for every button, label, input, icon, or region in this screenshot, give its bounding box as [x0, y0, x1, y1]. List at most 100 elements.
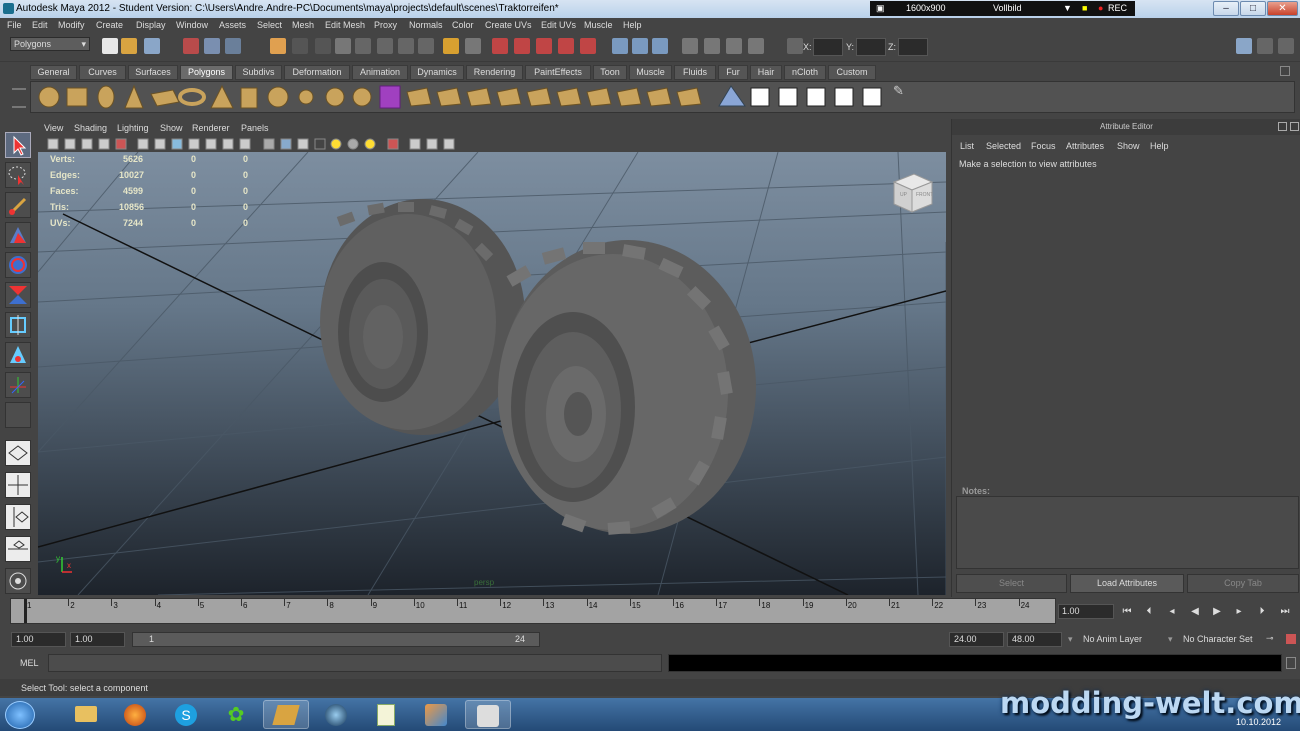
- soft-mod-tool-icon[interactable]: [5, 342, 31, 368]
- minimize-button[interactable]: –: [1213, 1, 1239, 16]
- lasso-tool-icon[interactable]: [5, 162, 31, 188]
- maximize-button[interactable]: □: [1240, 1, 1266, 16]
- channel-box-toggle-icon[interactable]: [632, 38, 648, 54]
- select-button[interactable]: Select: [956, 574, 1067, 593]
- play-forwards-icon[interactable]: ▶: [1208, 604, 1226, 620]
- snap-grid-icon[interactable]: [335, 38, 351, 54]
- construction-history-icon[interactable]: [443, 38, 459, 54]
- menu-proxy[interactable]: Proxy: [374, 20, 397, 30]
- close-panel-icon[interactable]: [1290, 122, 1299, 131]
- numeric-input-icon[interactable]: [787, 38, 803, 54]
- fullscreen-icon[interactable]: [704, 38, 720, 54]
- step-forward-key-icon[interactable]: ⏵: [1253, 604, 1271, 620]
- single-pane-layout-icon[interactable]: [5, 440, 31, 466]
- attr-menu-attributes[interactable]: Attributes: [1066, 141, 1104, 151]
- playback-end-field[interactable]: 24.00: [949, 632, 1004, 647]
- character-set-label[interactable]: No Character Set: [1183, 634, 1253, 644]
- open-scene-icon[interactable]: [121, 38, 137, 54]
- menu-help[interactable]: Help: [623, 20, 642, 30]
- play-backwards-icon[interactable]: ◀: [1186, 604, 1204, 620]
- media-taskbar-icon[interactable]: [313, 700, 359, 729]
- shelf-handle-icon[interactable]: [12, 88, 26, 108]
- tab-surfaces[interactable]: Surfaces: [128, 65, 178, 80]
- current-time-marker[interactable]: [24, 599, 27, 623]
- tab-subdivs[interactable]: Subdivs: [235, 65, 282, 80]
- current-frame-field[interactable]: 1.00: [1058, 604, 1114, 619]
- tab-rendering[interactable]: Rendering: [466, 65, 523, 80]
- maya-taskbar-icon[interactable]: [465, 700, 511, 729]
- menu-create[interactable]: Create: [96, 20, 123, 30]
- last-tool-slot[interactable]: [5, 402, 31, 428]
- capture-mode-label[interactable]: Vollbild: [993, 3, 1022, 13]
- x-field[interactable]: [813, 38, 843, 56]
- time-slider[interactable]: 1 2 3 4 5 6 7 8 9 10 11 12 13 14 15 16 17 18 19 20 21 22 23 24: [10, 598, 1056, 624]
- tab-polygons[interactable]: Polygons: [180, 65, 233, 80]
- menu-window[interactable]: Window: [176, 20, 208, 30]
- menu-normals[interactable]: Normals: [409, 20, 443, 30]
- z-field[interactable]: [898, 38, 928, 56]
- attr-menu-selected[interactable]: Selected: [986, 141, 1021, 151]
- select-tool-icon[interactable]: [5, 132, 31, 158]
- menu-edit-uvs[interactable]: Edit UVs: [541, 20, 576, 30]
- start-time-field[interactable]: 1.00: [11, 632, 66, 647]
- panel-menu-lighting[interactable]: Lighting: [117, 123, 149, 133]
- select-component-icon[interactable]: [225, 38, 241, 54]
- render-view-icon[interactable]: [580, 38, 596, 54]
- windows-start-icon[interactable]: [5, 701, 35, 729]
- four-pane-layout-icon[interactable]: [5, 472, 31, 498]
- rotate-tool-icon[interactable]: [5, 252, 31, 278]
- settings-icon[interactable]: [748, 38, 764, 54]
- new-scene-icon[interactable]: [102, 38, 118, 54]
- step-back-frame-icon[interactable]: ◂: [1163, 604, 1181, 620]
- recorder-taskbar-icon[interactable]: [263, 700, 309, 729]
- tab-dynamics[interactable]: Dynamics: [410, 65, 464, 80]
- dropdown-arrow-icon[interactable]: ▾: [1168, 634, 1173, 645]
- panel-menu-view[interactable]: View: [44, 123, 63, 133]
- save-scene-icon[interactable]: [144, 38, 160, 54]
- menu-file[interactable]: File: [7, 20, 22, 30]
- select-by-point-icon[interactable]: [292, 38, 308, 54]
- playback-start-field[interactable]: 1.00: [70, 632, 125, 647]
- render-settings-icon[interactable]: [536, 38, 552, 54]
- outliner-persp-layout-icon[interactable]: [5, 504, 31, 530]
- key-icon[interactable]: ⊸: [1266, 633, 1274, 644]
- perspective-viewport[interactable]: y x Verts: 5626 0 0 Edges: 10027 0 0 Fac…: [38, 152, 946, 595]
- tab-fluids[interactable]: Fluids: [674, 65, 716, 80]
- render-current-frame-icon[interactable]: [492, 38, 508, 54]
- notes-textarea[interactable]: [956, 496, 1299, 569]
- step-forward-frame-icon[interactable]: ▸: [1230, 604, 1248, 620]
- move-tool-icon[interactable]: [5, 222, 31, 248]
- panel-menu-shading[interactable]: Shading: [74, 123, 107, 133]
- select-by-handle-icon[interactable]: [270, 38, 286, 54]
- anim-prefs-icon[interactable]: [1286, 634, 1296, 644]
- panel-menu-show[interactable]: Show: [160, 123, 183, 133]
- float-panel-icon[interactable]: [1278, 122, 1287, 131]
- mel-input[interactable]: [48, 654, 662, 672]
- copy-tab-button[interactable]: Copy Tab: [1187, 574, 1299, 593]
- menu-mesh[interactable]: Mesh: [292, 20, 314, 30]
- channel-box-icon[interactable]: [1278, 38, 1294, 54]
- attribute-editor-toggle-icon[interactable]: [1236, 38, 1252, 54]
- select-object-icon[interactable]: [204, 38, 220, 54]
- go-to-end-icon[interactable]: ⏭: [1276, 604, 1294, 620]
- script-editor-icon[interactable]: [1286, 657, 1296, 669]
- tab-deformation[interactable]: Deformation: [284, 65, 350, 80]
- attr-menu-help[interactable]: Help: [1150, 141, 1169, 151]
- notepad-taskbar-icon[interactable]: [363, 700, 409, 729]
- monitor-icon[interactable]: ▣: [876, 3, 885, 14]
- select-by-line-icon[interactable]: [315, 38, 331, 54]
- anim-layer-label[interactable]: No Anim Layer: [1083, 634, 1142, 644]
- snap-plane-icon[interactable]: [398, 38, 414, 54]
- mel-label[interactable]: MEL: [20, 658, 39, 668]
- layout-icon[interactable]: [682, 38, 698, 54]
- snap-point-icon[interactable]: [377, 38, 393, 54]
- snap-curve-icon[interactable]: [355, 38, 371, 54]
- explorer-taskbar-icon[interactable]: [63, 700, 109, 729]
- menu-create-uvs[interactable]: Create UVs: [485, 20, 532, 30]
- paint-brush-icon[interactable]: ✎: [893, 83, 909, 99]
- tab-painteffects[interactable]: PaintEffects: [525, 65, 591, 80]
- tool-settings-toggle-icon[interactable]: [1257, 38, 1273, 54]
- resolution-label[interactable]: 1600x900: [906, 3, 946, 13]
- icq-taskbar-icon[interactable]: ✿: [213, 700, 259, 729]
- menu-display[interactable]: Display: [136, 20, 166, 30]
